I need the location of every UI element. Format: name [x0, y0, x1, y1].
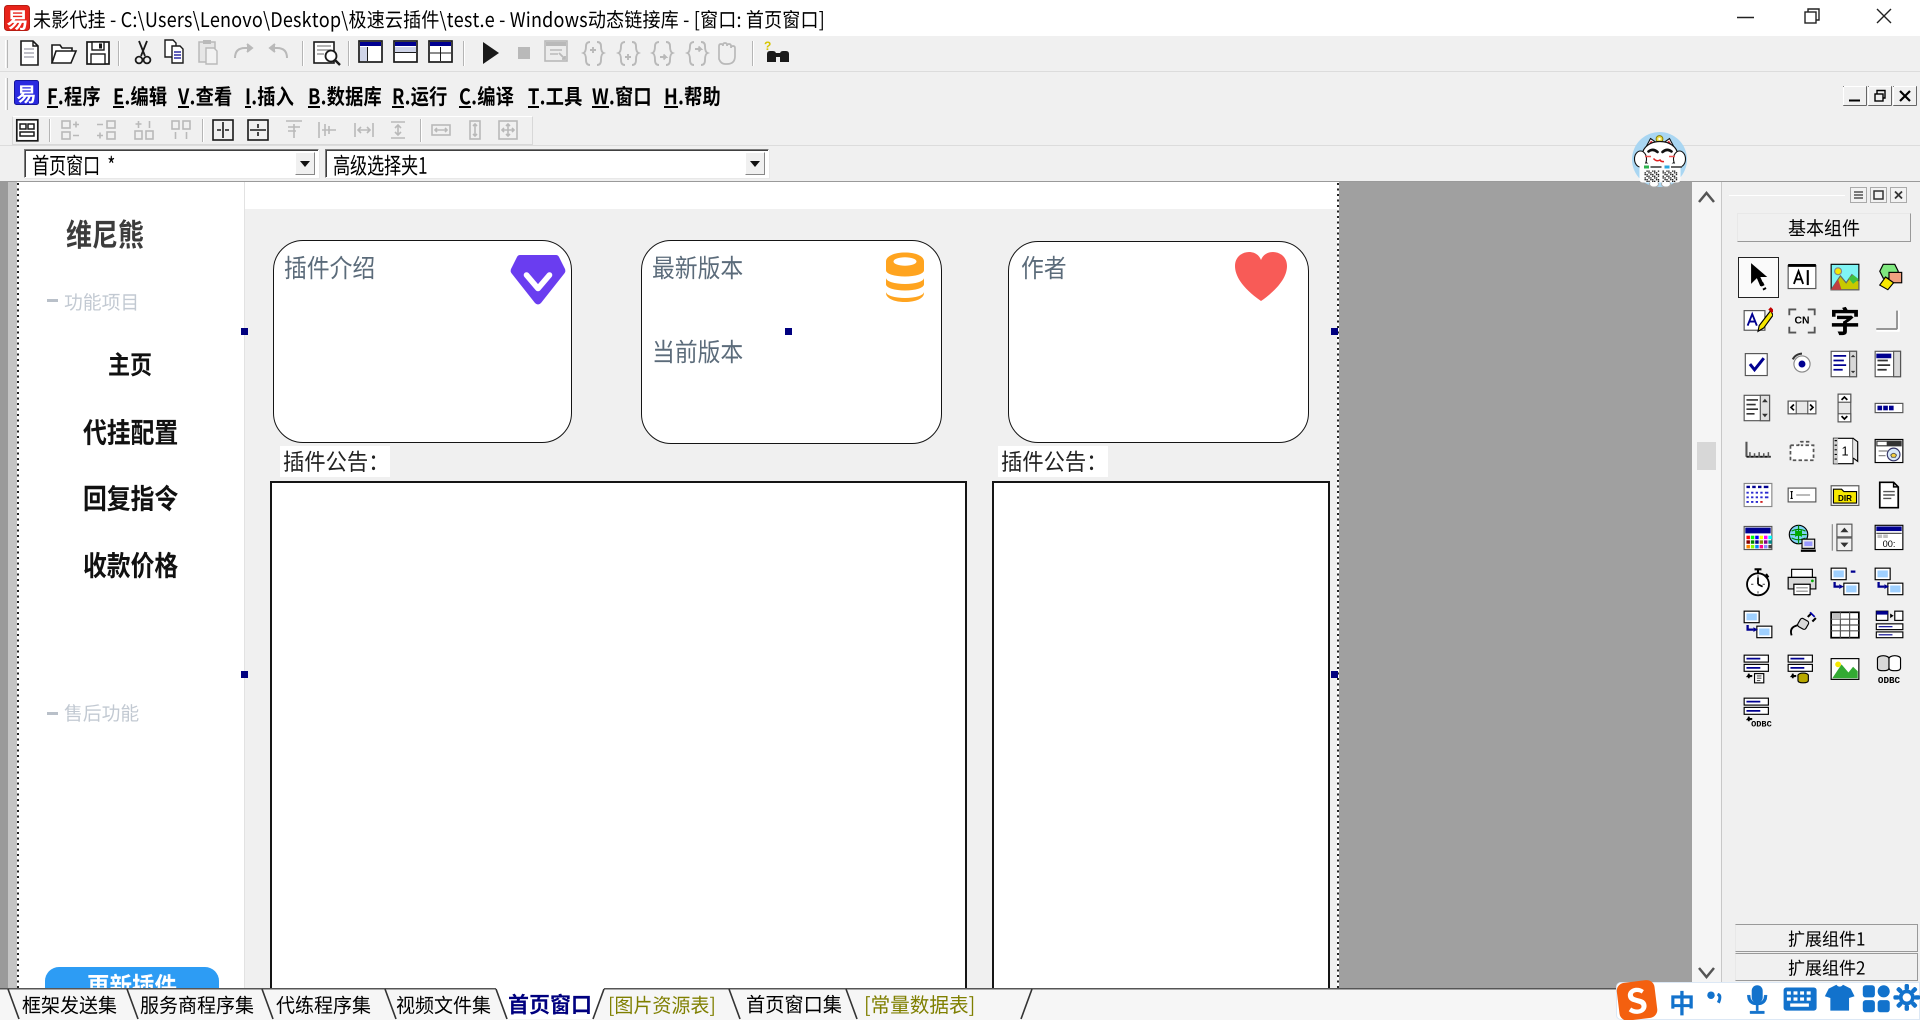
svg-text:DIR: DIR: [1838, 493, 1852, 502]
svg-text:00:: 00:: [1882, 539, 1895, 549]
svg-text:ODBC: ODBC: [1751, 719, 1772, 727]
svg-text:ODBC: ODBC: [1877, 674, 1900, 683]
svg-text:?: ?: [764, 39, 771, 53]
svg-text:CN: CN: [1794, 315, 1809, 326]
svg-text:1: 1: [1841, 445, 1848, 459]
